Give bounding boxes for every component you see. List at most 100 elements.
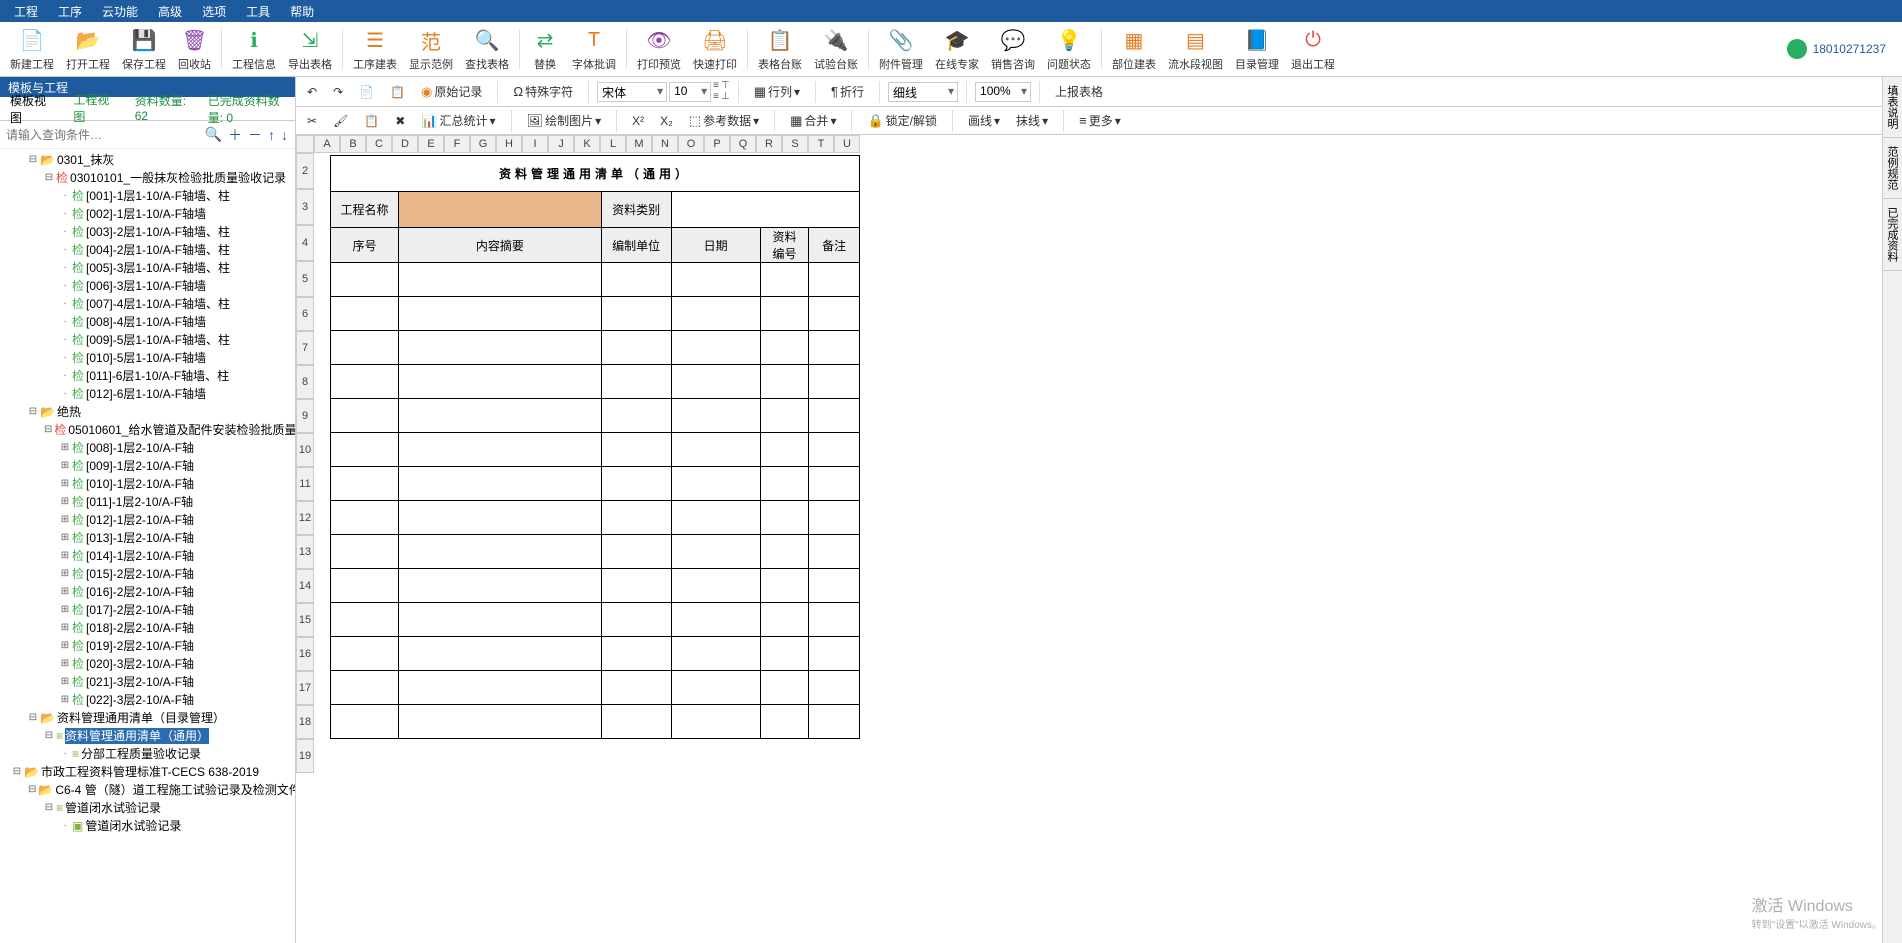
row-header[interactable]: 8 xyxy=(296,365,314,399)
font-select[interactable]: 宋体 xyxy=(597,82,667,102)
toolbar-退出工程[interactable]: ⏻退出工程 xyxy=(1285,24,1341,74)
col-header[interactable]: T xyxy=(808,135,834,153)
cell[interactable] xyxy=(809,671,860,705)
col-header[interactable]: A xyxy=(314,135,340,153)
col-header[interactable]: C xyxy=(366,135,392,153)
cell[interactable] xyxy=(760,467,809,501)
tree-node[interactable]: ·检[007]-4层1-10/A-F轴墙、柱 xyxy=(0,295,295,313)
cell[interactable] xyxy=(398,671,601,705)
tree-toggle-icon[interactable]: · xyxy=(60,818,70,834)
down-icon[interactable]: ↓ xyxy=(278,127,291,143)
trash-icon[interactable]: ✖ xyxy=(388,111,412,131)
menu-工程[interactable]: 工程 xyxy=(4,1,48,22)
row-col-button[interactable]: ▦行列 ▾ xyxy=(747,80,807,103)
tree-node[interactable]: ⊞检[017]-2层2-10/A-F轴 xyxy=(0,601,295,619)
project-name-input[interactable] xyxy=(398,192,601,228)
row-header[interactable]: 5 xyxy=(296,261,314,297)
row-header[interactable]: 17 xyxy=(296,671,314,705)
cell[interactable] xyxy=(760,433,809,467)
search-input[interactable] xyxy=(4,126,202,144)
tree-node[interactable]: ·检[005]-3层1-10/A-F轴墙、柱 xyxy=(0,259,295,277)
tree-node[interactable]: ⊟📂0301_抹灰 xyxy=(0,151,295,169)
toolbar-回收站[interactable]: 🗑回收站 xyxy=(172,24,217,74)
col-header[interactable]: Q xyxy=(730,135,756,153)
cell[interactable] xyxy=(601,637,671,671)
tree-toggle-icon[interactable]: ⊞ xyxy=(60,476,70,492)
menu-云功能[interactable]: 云功能 xyxy=(92,1,148,22)
cell[interactable] xyxy=(809,637,860,671)
cell[interactable] xyxy=(760,331,809,365)
cell[interactable] xyxy=(331,263,399,297)
right-tab-填表说明[interactable]: 填表说明 xyxy=(1883,77,1902,138)
col-header[interactable]: J xyxy=(548,135,574,153)
col-header[interactable]: K xyxy=(574,135,600,153)
tree-node[interactable]: ⊟检03010101_一般抹灰检验批质量验收记录 xyxy=(0,169,295,187)
toolbar-打开工程[interactable]: 📂打开工程 xyxy=(60,24,116,74)
draw-image-button[interactable]: 🖼绘制图片 ▾ xyxy=(520,109,609,132)
cell[interactable] xyxy=(671,297,760,331)
row-header[interactable]: 15 xyxy=(296,603,314,637)
upload-table-button[interactable]: 上报表格 xyxy=(1048,80,1110,103)
lock-unlock-button[interactable]: 🔒锁定/解锁 xyxy=(860,109,944,132)
right-tab-已完成资料[interactable]: 已完成资料 xyxy=(1883,199,1902,271)
cell[interactable] xyxy=(398,501,601,535)
tree-toggle-icon[interactable]: ⊞ xyxy=(60,512,70,528)
ref-data-button[interactable]: ⬚参考数据 ▾ xyxy=(682,109,766,132)
cell[interactable] xyxy=(760,671,809,705)
special-chars-button[interactable]: Ω特殊字符 xyxy=(506,80,580,103)
col-header[interactable]: D xyxy=(392,135,418,153)
tree-node[interactable]: ⊞检[021]-3层2-10/A-F轴 xyxy=(0,673,295,691)
tree-toggle-icon[interactable]: ⊟ xyxy=(44,422,52,438)
cell[interactable] xyxy=(331,297,399,331)
doc-type-input[interactable] xyxy=(671,192,859,228)
draw-line-button[interactable]: 画线 ▾ xyxy=(961,109,1007,132)
tree-node[interactable]: ⊟📂C6-4 管（隧）道工程施工试验记录及检测文件 xyxy=(0,781,295,799)
col-header[interactable]: N xyxy=(652,135,678,153)
right-tab-范例规范[interactable]: 范例规范 xyxy=(1883,138,1902,199)
menu-帮助[interactable]: 帮助 xyxy=(280,1,324,22)
tree-node[interactable]: ⊞检[010]-1层2-10/A-F轴 xyxy=(0,475,295,493)
tree-node[interactable]: ⊟📂市政工程资料管理标准T-CECS 638-2019 xyxy=(0,763,295,781)
tree-toggle-icon[interactable]: ⊟ xyxy=(44,170,54,186)
cell[interactable] xyxy=(601,569,671,603)
cell[interactable] xyxy=(331,501,399,535)
tree-toggle-icon[interactable]: · xyxy=(60,368,70,384)
cell[interactable] xyxy=(671,365,760,399)
col-header[interactable]: E xyxy=(418,135,444,153)
toolbar-工序建表[interactable]: ☰工序建表 xyxy=(347,24,403,74)
cell[interactable] xyxy=(671,501,760,535)
toolbar-目录管理[interactable]: 📘目录管理 xyxy=(1229,24,1285,74)
tree-node[interactable]: ⊞检[013]-1层2-10/A-F轴 xyxy=(0,529,295,547)
tree-toggle-icon[interactable]: · xyxy=(60,260,70,276)
tree-toggle-icon[interactable]: ⊞ xyxy=(60,638,70,654)
cell[interactable] xyxy=(671,603,760,637)
tree-node[interactable]: ⊞检[022]-3层2-10/A-F轴 xyxy=(0,691,295,709)
toolbar-显示范例[interactable]: 范显示范例 xyxy=(403,24,459,74)
cell[interactable] xyxy=(809,365,860,399)
toolbar-工程信息[interactable]: ℹ工程信息 xyxy=(226,24,282,74)
cell[interactable] xyxy=(601,297,671,331)
tree-toggle-icon[interactable]: ⊞ xyxy=(60,494,70,510)
cell[interactable] xyxy=(331,569,399,603)
tree-node[interactable]: ·检[010]-5层1-10/A-F轴墙 xyxy=(0,349,295,367)
cell[interactable] xyxy=(760,569,809,603)
tree-toggle-icon[interactable]: · xyxy=(60,278,70,294)
tree-node[interactable]: ⊟≡资料管理通用清单（通用） xyxy=(0,727,295,745)
cell[interactable] xyxy=(601,501,671,535)
cell[interactable] xyxy=(331,399,399,433)
cell[interactable] xyxy=(601,535,671,569)
tree-node[interactable]: ·检[008]-4层1-10/A-F轴墙 xyxy=(0,313,295,331)
cell[interactable] xyxy=(809,263,860,297)
row-header[interactable]: 3 xyxy=(296,189,314,225)
toolbar-表格台账[interactable]: 📋表格台账 xyxy=(752,24,808,74)
tree-toggle-icon[interactable]: ⊞ xyxy=(60,692,70,708)
cell[interactable] xyxy=(398,365,601,399)
tree-toggle-icon[interactable]: ⊞ xyxy=(60,656,70,672)
cell[interactable] xyxy=(809,603,860,637)
cell[interactable] xyxy=(671,535,760,569)
cell[interactable] xyxy=(671,569,760,603)
cell[interactable] xyxy=(760,705,809,739)
redo-icon[interactable]: ↷ xyxy=(326,82,350,102)
cell[interactable] xyxy=(601,705,671,739)
tree-toggle-icon[interactable]: ⊟ xyxy=(28,152,38,168)
